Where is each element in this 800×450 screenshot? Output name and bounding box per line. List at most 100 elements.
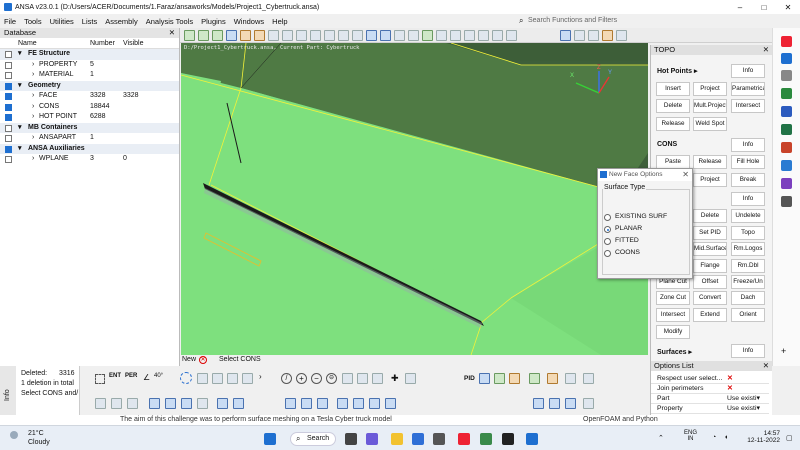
tool-settings-icon[interactable] <box>616 29 627 41</box>
delete-button[interactable]: Delete <box>656 99 690 113</box>
tool-solid-icon[interactable] <box>240 29 251 41</box>
radio-fitted-circle[interactable] <box>604 238 611 245</box>
faces-intersect-button[interactable]: Intersect <box>656 308 690 322</box>
close-button[interactable]: ✕ <box>776 3 800 12</box>
section-cons[interactable]: CONS <box>657 141 677 148</box>
tool-5-icon[interactable] <box>337 398 348 409</box>
radio-planar-circle[interactable] <box>604 226 611 233</box>
tool-paste-icon[interactable] <box>338 29 349 41</box>
transparent-icon[interactable] <box>565 373 576 384</box>
cons-release-button[interactable]: Release <box>693 155 727 169</box>
visibility-checkbox[interactable] <box>5 82 12 90</box>
tool-measure-icon[interactable] <box>282 29 293 41</box>
tool-dots-icon[interactable] <box>436 29 447 41</box>
clock[interactable]: 14:57 12-11-2022 <box>740 430 780 444</box>
tool-cube-icon[interactable] <box>184 29 195 41</box>
tree-item[interactable]: › MATERIAL 1 <box>0 70 179 81</box>
wire-icon[interactable] <box>509 373 520 384</box>
chevron-down-icon[interactable]: ▾ <box>18 123 22 134</box>
option-row[interactable]: Respect user select... ✕ <box>651 374 769 384</box>
radio-coons-circle[interactable] <box>604 250 611 257</box>
visibility-checkbox[interactable] <box>5 72 12 79</box>
tool-11-icon[interactable] <box>565 398 576 409</box>
mesh-view-icon[interactable] <box>149 398 160 409</box>
tree-item[interactable]: › CONS 18844 <box>0 102 179 113</box>
weld-spot-button[interactable]: Weld Spot <box>693 117 727 131</box>
tool-window-icon[interactable] <box>588 29 599 41</box>
tool-ruler-icon[interactable] <box>296 29 307 41</box>
tool-8-icon[interactable] <box>385 398 396 409</box>
col-number[interactable]: Number <box>90 38 115 49</box>
tool-copy-icon[interactable] <box>324 29 335 41</box>
bounds-icon[interactable] <box>547 373 558 384</box>
app-icon[interactable] <box>480 433 492 445</box>
dach-button[interactable]: Dach <box>731 291 765 305</box>
cube-front-icon[interactable] <box>95 398 106 409</box>
minimize-button[interactable]: – <box>728 3 752 12</box>
compass-icon[interactable]: ✚ <box>391 373 399 384</box>
tool-layout-icon[interactable] <box>560 29 571 41</box>
tool-nas-icon[interactable] <box>602 29 613 41</box>
offset-button[interactable]: Offset <box>693 275 727 289</box>
zone-cut-button[interactable]: Zone Cut <box>656 291 690 305</box>
chevron-down-icon[interactable]: ▾ <box>18 81 22 92</box>
plus-icon[interactable]: + <box>296 373 307 384</box>
tray-chevron-icon[interactable]: ⌃ <box>658 434 664 442</box>
minus-circle-icon[interactable]: ⊖ <box>326 373 337 384</box>
task-view-icon[interactable] <box>345 433 357 445</box>
teams-icon[interactable] <box>366 433 378 445</box>
faces-delete-button[interactable]: Delete <box>693 209 727 223</box>
chevron-down-icon[interactable]: ▾ <box>18 144 22 155</box>
pick-icon[interactable] <box>212 373 223 384</box>
chrome-icon[interactable] <box>458 433 470 445</box>
notification-icon[interactable]: ▢ <box>786 434 793 442</box>
fill-hole-button[interactable]: Fill Hole <box>731 155 765 169</box>
release-button[interactable]: Release <box>656 117 690 131</box>
info-tab[interactable]: Info <box>0 366 16 415</box>
per-toggle[interactable]: PER <box>125 373 137 379</box>
tool-grid-view-icon[interactable] <box>574 29 585 41</box>
topo-button[interactable]: Topo <box>731 226 765 240</box>
tool-12-icon[interactable] <box>583 398 594 409</box>
visibility-checkbox[interactable] <box>5 103 12 111</box>
edge-icon[interactable] <box>412 433 424 445</box>
option-value[interactable]: ✕ <box>727 384 733 394</box>
menu-plugins[interactable]: Plugins <box>197 17 230 26</box>
tool-transform-icon[interactable] <box>366 29 377 41</box>
tool-trash-icon[interactable] <box>352 29 363 41</box>
tool-surface-icon[interactable] <box>212 29 223 41</box>
menu-help[interactable]: Help <box>268 17 291 26</box>
radio-existing-surf-circle[interactable] <box>604 214 611 221</box>
taskbar-search[interactable]: ⌕ Search <box>290 432 336 446</box>
section-surfaces[interactable]: Surfaces ▸ <box>657 348 692 356</box>
chevron-down-icon[interactable]: ▾ <box>18 49 22 60</box>
windows-start-icon[interactable] <box>264 433 276 445</box>
cube-top-icon[interactable] <box>127 398 138 409</box>
new-label[interactable]: New <box>182 355 196 365</box>
menu-utilities[interactable]: Utilities <box>46 17 78 26</box>
chevron-right-icon[interactable]: › <box>32 133 34 144</box>
tool-mesh-icon[interactable] <box>254 29 265 41</box>
shade-icon[interactable] <box>494 373 505 384</box>
node-view-icon[interactable] <box>181 398 192 409</box>
hotpoints-info-button[interactable]: Info <box>731 64 765 78</box>
store-icon[interactable] <box>433 433 445 445</box>
tool-text-icon[interactable] <box>492 29 503 41</box>
mult-project-button[interactable]: Mult.Project <box>693 99 727 113</box>
chevron-right-icon[interactable]: › <box>259 372 262 381</box>
option-row[interactable]: Join perimeters ✕ <box>651 384 769 394</box>
app-icon[interactable] <box>781 88 792 99</box>
minus-icon[interactable]: − <box>311 373 322 384</box>
tool-align-icon[interactable] <box>380 29 391 41</box>
tree-item[interactable]: › ANSAPART 1 <box>0 133 179 144</box>
tree-item[interactable]: › HOT POINT 6288 <box>0 112 179 123</box>
filter-icon[interactable] <box>227 373 238 384</box>
tool-link-icon[interactable] <box>464 29 475 41</box>
tree-section[interactable]: ▾ Geometry <box>0 80 179 92</box>
visibility-checkbox[interactable] <box>5 145 12 153</box>
target-icon[interactable] <box>233 398 244 409</box>
cons-project-button[interactable]: Project <box>693 173 727 187</box>
tool-sketch-icon[interactable] <box>394 29 405 41</box>
faces-info-button[interactable]: Info <box>731 192 765 206</box>
word-icon[interactable] <box>781 106 792 117</box>
